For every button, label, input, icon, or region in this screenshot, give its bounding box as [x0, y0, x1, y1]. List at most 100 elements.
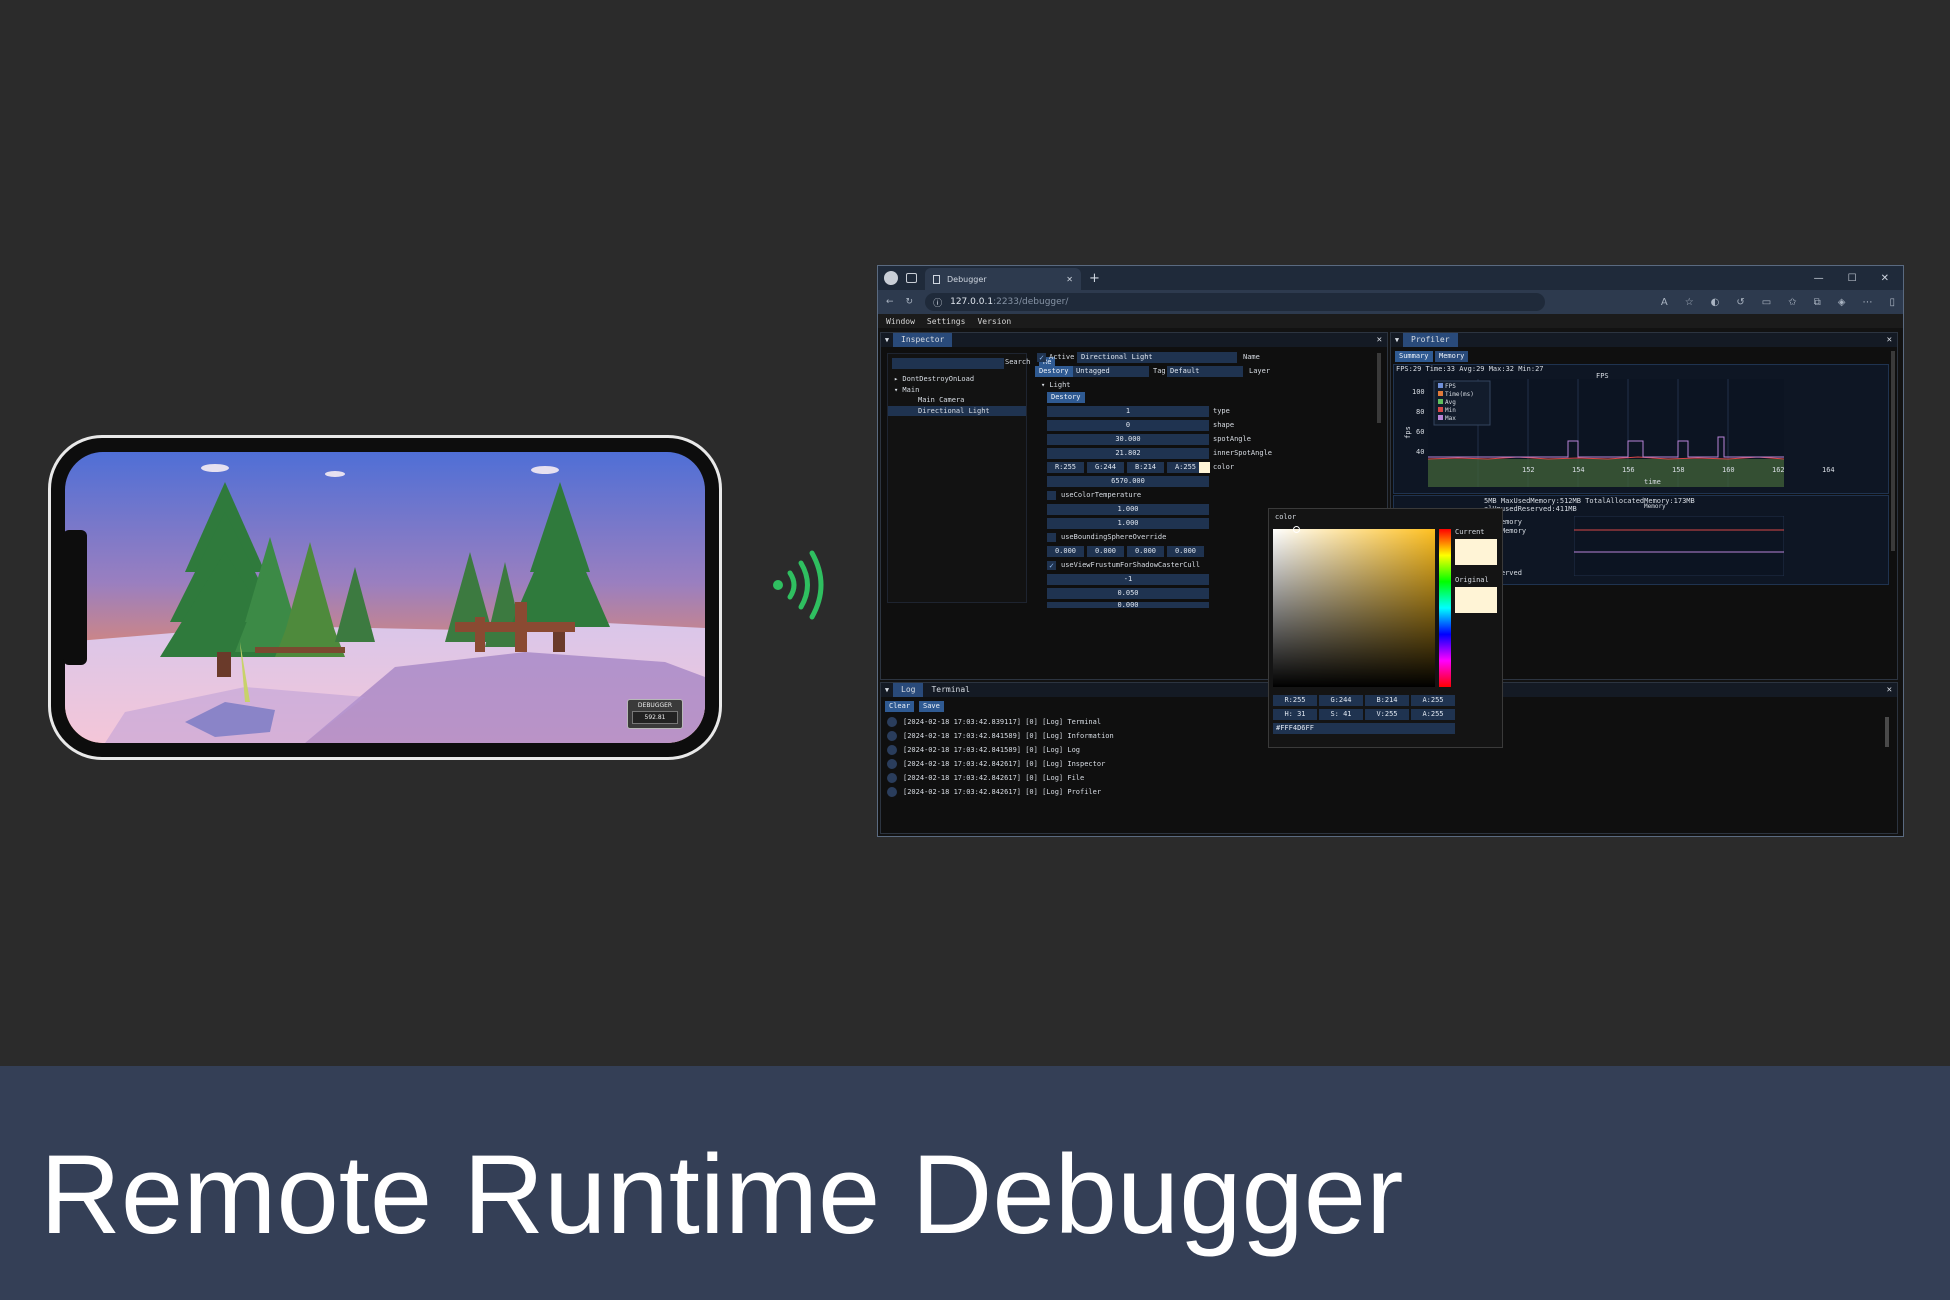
favorites-icon[interactable]: ✩	[1788, 297, 1796, 308]
bias-field[interactable]: 0.050	[1047, 588, 1209, 599]
picker-g-field[interactable]: G:244	[1319, 695, 1363, 706]
type-field[interactable]: 1	[1047, 406, 1209, 417]
color-g-field[interactable]: G:244	[1087, 462, 1124, 473]
sidebar-icon[interactable]: ▯	[1889, 297, 1895, 308]
game-view[interactable]: DEBUGGER 592.81	[65, 452, 705, 743]
memory-chart-title: Memory	[1644, 503, 1666, 510]
shape-field[interactable]: 0	[1047, 420, 1209, 431]
save-button[interactable]: Save	[919, 701, 944, 712]
tab-profiler[interactable]: Profiler	[1403, 333, 1458, 347]
copilot-icon[interactable]: ◈	[1838, 297, 1846, 308]
inner-spot-angle-field[interactable]: 21.802	[1047, 448, 1209, 459]
extension-icon[interactable]: ◐	[1711, 297, 1720, 308]
collapse-icon[interactable]: ▼	[881, 336, 893, 344]
back-icon[interactable]: ←	[886, 297, 894, 307]
tab-terminal[interactable]: Terminal	[923, 683, 978, 697]
menu-window[interactable]: Window	[886, 317, 915, 326]
split-screen-icon[interactable]: ▭	[1762, 297, 1771, 308]
profiler-scrollbar[interactable]	[1891, 351, 1895, 551]
chart-legend: FPS Time(ms) Avg Min Max	[1438, 383, 1474, 423]
favorite-icon[interactable]: ☆	[1685, 297, 1694, 308]
tree-item-directional-light[interactable]: Directional Light	[888, 405, 1026, 416]
hierarchy-tree: ▸ DontDestroyOnLoad ▾ Main Main Camera D…	[887, 353, 1027, 603]
tree-item-main-camera[interactable]: Main Camera	[888, 395, 1026, 406]
log-scrollbar[interactable]	[1885, 717, 1889, 747]
original-color-swatch[interactable]	[1455, 587, 1497, 613]
picker-v-field[interactable]: V:255	[1365, 709, 1409, 720]
bounce-field[interactable]: 1.000	[1047, 518, 1209, 529]
log-row[interactable]: [2024-02-18 17:03:42.841589] [0] [Log] I…	[887, 729, 1114, 742]
shadow-field[interactable]: -1	[1047, 574, 1209, 585]
bounding-x-field[interactable]: 0.000	[1047, 546, 1084, 557]
bounding-checkbox[interactable]	[1047, 533, 1056, 542]
log-row[interactable]: [2024-02-18 17:03:42.841589] [0] [Log] L…	[887, 743, 1080, 756]
tab-memory[interactable]: Memory	[1435, 351, 1469, 362]
picker-r-field[interactable]: R:255	[1273, 695, 1317, 706]
tab-log[interactable]: Log	[893, 683, 924, 697]
picker-hex-field[interactable]: #FFF4D6FF	[1273, 723, 1455, 734]
color-b-field[interactable]: B:214	[1127, 462, 1164, 473]
tab-summary[interactable]: Summary	[1395, 351, 1433, 362]
new-tab-icon[interactable]: +	[1089, 271, 1100, 286]
next-field[interactable]: 0.000	[1047, 602, 1209, 608]
saturation-value-area[interactable]	[1273, 526, 1435, 687]
log-row[interactable]: [2024-02-18 17:03:42.842617] [0] [Log] P…	[887, 785, 1101, 798]
log-row[interactable]: [2024-02-18 17:03:42.839117] [0] [Log] T…	[887, 715, 1101, 728]
hue-slider[interactable]	[1439, 529, 1451, 687]
debugger-badge[interactable]: DEBUGGER 592.81	[627, 699, 683, 729]
component-destroy-button[interactable]: Destory	[1047, 392, 1085, 403]
bounding-z-field[interactable]: 0.000	[1127, 546, 1164, 557]
tree-item-dontdestroyonload[interactable]: ▸ DontDestroyOnLoad	[888, 374, 1026, 385]
picker-b-field[interactable]: B:214	[1365, 695, 1409, 706]
menu-version[interactable]: Version	[977, 317, 1011, 326]
url-input[interactable]: ⓘ 127.0.0.1:2233/debugger/	[925, 293, 1546, 311]
collapse-icon[interactable]: ▼	[1391, 336, 1403, 344]
read-aloud-icon[interactable]: A	[1661, 297, 1668, 308]
tree-item-main[interactable]: ▾ Main	[888, 385, 1026, 396]
light-component-title[interactable]: ▾ Light	[1041, 380, 1071, 391]
tab-inspector[interactable]: Inspector	[893, 333, 953, 347]
minimize-icon[interactable]: —	[1814, 273, 1824, 284]
search-input[interactable]	[892, 358, 1004, 369]
active-checkbox[interactable]: ✓	[1037, 353, 1046, 362]
clear-button[interactable]: Clear	[885, 701, 915, 712]
more-icon[interactable]: ⋯	[1862, 297, 1872, 308]
menu-settings[interactable]: Settings	[927, 317, 966, 326]
picker-title: color	[1275, 513, 1297, 521]
picker-h-field[interactable]: H: 31	[1273, 709, 1317, 720]
use-color-temp-checkbox[interactable]	[1047, 491, 1056, 500]
profile-icon[interactable]	[884, 271, 898, 285]
browser-tab[interactable]: Debugger ✕	[925, 268, 1081, 290]
picker-alpha-field[interactable]: A:255	[1411, 709, 1455, 720]
frustum-checkbox[interactable]: ✓	[1047, 561, 1056, 570]
tab-close-icon[interactable]: ✕	[1066, 275, 1073, 284]
tag-dropdown[interactable]: Untagged	[1073, 366, 1149, 377]
inspector-close-icon[interactable]: ✕	[1377, 335, 1387, 345]
log-close-icon[interactable]: ✕	[1887, 685, 1897, 695]
profiler-close-icon[interactable]: ✕	[1887, 335, 1897, 345]
color-cursor-icon[interactable]	[1293, 526, 1300, 533]
log-row[interactable]: [2024-02-18 17:03:42.842617] [0] [Log] F…	[887, 771, 1084, 784]
picker-s-field[interactable]: S: 41	[1319, 709, 1363, 720]
tab-actions-icon[interactable]	[906, 273, 917, 283]
spot-angle-field[interactable]: 30.000	[1047, 434, 1209, 445]
maximize-icon[interactable]: ☐	[1848, 273, 1857, 284]
temperature-field[interactable]: 6570.000	[1047, 476, 1209, 487]
bounding-w-field[interactable]: 0.000	[1167, 546, 1204, 557]
reload-icon[interactable]: ↻	[906, 297, 914, 307]
intensity-field[interactable]: 1.000	[1047, 504, 1209, 515]
collections-icon[interactable]: ⧉	[1814, 297, 1821, 308]
object-name-field[interactable]: Directional Light	[1077, 352, 1237, 363]
inspector-scrollbar[interactable]	[1377, 353, 1381, 423]
collapse-icon[interactable]: ▼	[881, 686, 893, 694]
color-r-field[interactable]: R:255	[1047, 462, 1084, 473]
bounding-y-field[interactable]: 0.000	[1087, 546, 1124, 557]
window-close-icon[interactable]: ✕	[1881, 273, 1889, 284]
picker-a-field[interactable]: A:255	[1411, 695, 1455, 706]
color-swatch[interactable]	[1199, 462, 1210, 473]
log-row[interactable]: [2024-02-18 17:03:42.842617] [0] [Log] I…	[887, 757, 1105, 770]
tag-label: Tag	[1153, 367, 1166, 375]
destroy-button[interactable]: Destory	[1035, 366, 1073, 377]
refresh-ext-icon[interactable]: ↺	[1736, 297, 1744, 308]
layer-dropdown[interactable]: Default	[1167, 366, 1243, 377]
